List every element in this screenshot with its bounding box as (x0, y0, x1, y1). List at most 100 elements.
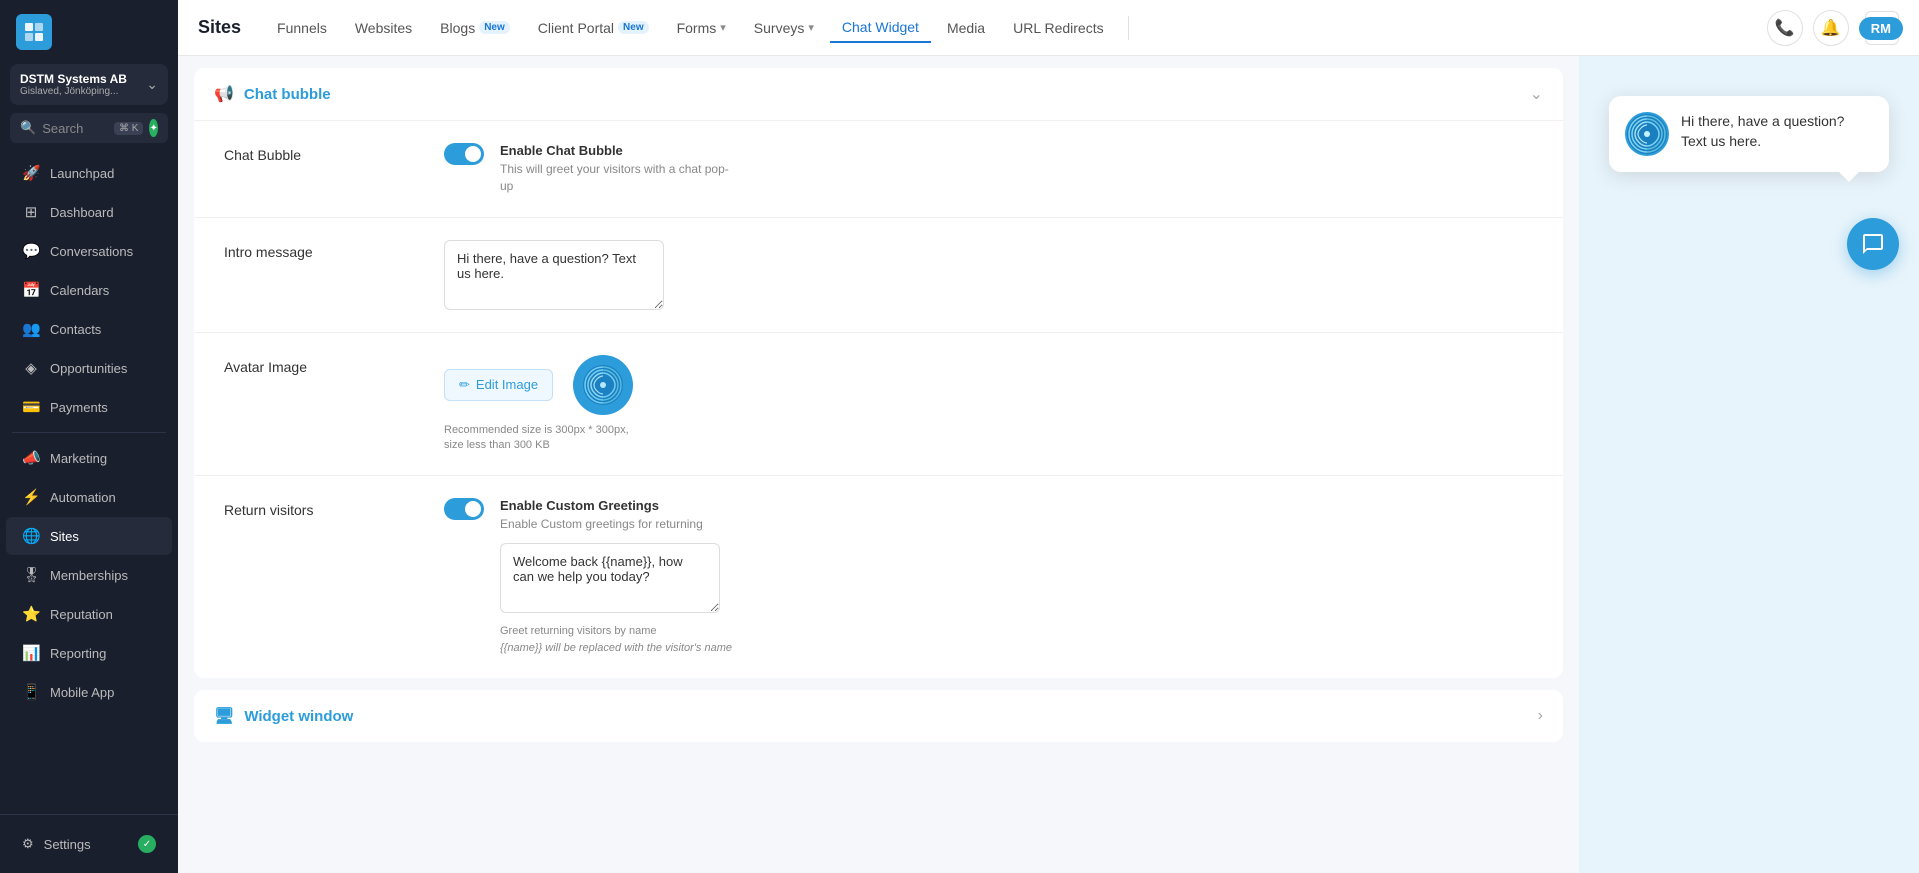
search-icon: 🔍 (20, 120, 36, 136)
return-visitors-toggle[interactable] (444, 498, 484, 520)
nav-item-surveys[interactable]: Surveys ▾ (742, 14, 826, 42)
mobile-app-icon: 📱 (22, 683, 40, 701)
sidebar-item-settings[interactable]: ⚙ Settings ✓ (6, 825, 172, 863)
account-chevron-icon: ⌄ (146, 76, 158, 93)
chat-widget-button[interactable] (1847, 218, 1899, 270)
account-name: DSTM Systems AB (20, 72, 127, 86)
megaphone-icon: 📢 (214, 84, 234, 104)
sidebar-item-contacts[interactable]: 👥 Contacts (6, 310, 172, 348)
edit-image-button[interactable]: ✏ Edit Image (444, 369, 553, 401)
page-title: Sites (198, 17, 241, 38)
chat-bubble-header[interactable]: 📢 Chat bubble ⌄ (194, 68, 1563, 121)
chat-bubble-label: Chat Bubble (224, 143, 424, 163)
nav-item-websites[interactable]: Websites (343, 14, 424, 42)
settings-icon: ⚙ (22, 836, 34, 852)
sidebar-item-conversations[interactable]: 💬 Conversations (6, 232, 172, 270)
section-content: Chat Bubble Enable Chat Bubble This will… (194, 121, 1563, 678)
search-bar[interactable]: 🔍 ⌘ K ✦ (10, 113, 168, 143)
monitor-icon: 🖥 (214, 706, 234, 726)
nav-item-forms[interactable]: Forms ▾ (665, 14, 738, 42)
return-visitors-content: Enable Custom Greetings Enable Custom gr… (500, 498, 1533, 656)
toggle-info: Enable Chat Bubble This will greet your … (500, 143, 740, 195)
search-extra-icon[interactable]: ✦ (149, 119, 158, 137)
greetings-hint-line1: Greet returning visitors by name (500, 625, 657, 637)
sidebar-item-reputation[interactable]: ⭐ Reputation (6, 595, 172, 633)
avatar-hint: Recommended size is 300px * 300px, size … (444, 423, 644, 454)
nav-item-url-redirects[interactable]: URL Redirects (1001, 14, 1116, 42)
avatar-row-inner: ✏ Edit Image (444, 355, 644, 415)
settings-badge: ✓ (138, 835, 156, 853)
opportunities-icon: ◈ (22, 359, 40, 377)
greetings-hint-line2: {{name}} will be replaced with the visit… (500, 642, 732, 654)
nav-item-client-portal[interactable]: Client Portal New (526, 14, 661, 42)
dashboard-icon: ⊞ (22, 203, 40, 221)
main-content: Sites Funnels Websites Blogs New Client … (178, 0, 1919, 873)
widget-chevron-icon: › (1538, 707, 1543, 725)
search-input[interactable] (42, 121, 108, 136)
sidebar: DSTM Systems AB Gislaved, Jönköping... ⌄… (0, 0, 178, 873)
app-logo-icon (16, 14, 52, 50)
forms-dropdown-icon: ▾ (720, 21, 726, 34)
payments-icon: 💳 (22, 398, 40, 416)
section-collapse-icon: ⌄ (1530, 84, 1543, 104)
return-message-textarea[interactable]: Welcome back {{name}}, how can we help y… (500, 543, 720, 613)
avatar-image-control: ✏ Edit Image (444, 355, 1533, 454)
chat-bubble-toggle[interactable] (444, 143, 484, 165)
calendars-icon: 📅 (22, 281, 40, 299)
nav-divider (12, 432, 166, 433)
sidebar-item-memberships[interactable]: 🎖 Memberships (6, 556, 172, 594)
account-sub: Gislaved, Jönköping... (20, 86, 127, 97)
sidebar-logo (0, 0, 178, 64)
sidebar-item-dashboard[interactable]: ⊞ Dashboard (6, 193, 172, 231)
sidebar-item-launchpad[interactable]: 🚀 Launchpad (6, 154, 172, 192)
nav-item-chat-widget[interactable]: Chat Widget (830, 13, 931, 43)
sidebar-bottom: ⚙ Settings ✓ (0, 814, 178, 873)
sidebar-item-label: Dashboard (50, 205, 114, 220)
avatar-image-row: Avatar Image ✏ Edit Image (194, 333, 1563, 477)
preview-message: Hi there, have a question? Text us here. (1681, 112, 1873, 151)
sidebar-item-label: Memberships (50, 568, 128, 583)
return-visitors-label: Return visitors (224, 498, 424, 518)
sidebar-item-marketing[interactable]: 📣 Marketing (6, 439, 172, 477)
automation-icon: ⚡ (22, 488, 40, 506)
preview-area: Hi there, have a question? Text us here. (1579, 56, 1919, 873)
custom-greetings-desc: Enable Custom greetings for returning (500, 516, 740, 533)
nav-item-media[interactable]: Media (935, 14, 997, 42)
sidebar-item-sites[interactable]: 🌐 Sites (6, 517, 172, 555)
sidebar-item-reporting[interactable]: 📊 Reporting (6, 634, 172, 672)
sidebar-item-label: Opportunities (50, 361, 127, 376)
sidebar-item-label: Mobile App (50, 685, 114, 700)
sidebar-item-label: Marketing (50, 451, 107, 466)
sidebar-item-payments[interactable]: 💳 Payments (6, 388, 172, 426)
sidebar-item-label: Sites (50, 529, 79, 544)
preview-avatar (1625, 112, 1669, 156)
widget-header-left: 🖥 Widget window (214, 706, 353, 726)
widget-window-header[interactable]: 🖥 Widget window › (194, 690, 1563, 742)
intro-message-textarea[interactable]: Hi there, have a question? Text us here. (444, 240, 664, 310)
return-visitors-control: Enable Custom Greetings Enable Custom gr… (444, 498, 1533, 656)
sidebar-item-label: Conversations (50, 244, 133, 259)
sidebar-item-opportunities[interactable]: ◈ Opportunities (6, 349, 172, 387)
sites-icon: 🌐 (22, 527, 40, 545)
phone-icon-button[interactable]: 📞 (1767, 10, 1803, 46)
nav-item-blogs[interactable]: Blogs New (428, 14, 522, 42)
nav-item-funnels[interactable]: Funnels (265, 14, 339, 42)
widget-window-title: Widget window (244, 708, 353, 725)
user-avatar[interactable]: RM (1859, 17, 1903, 40)
toggle-slider (444, 143, 484, 165)
sidebar-item-label: Calendars (50, 283, 109, 298)
search-shortcut: ⌘ K (114, 122, 143, 135)
memberships-icon: 🎖 (22, 566, 40, 584)
sidebar-item-calendars[interactable]: 📅 Calendars (6, 271, 172, 309)
notification-icon-button[interactable]: 🔔 (1813, 10, 1849, 46)
blogs-new-badge: New (479, 21, 510, 34)
page-body: 📢 Chat bubble ⌄ Chat Bubble (178, 56, 1919, 873)
chat-bubble-row: Chat Bubble Enable Chat Bubble This will… (194, 121, 1563, 218)
sidebar-item-label: Contacts (50, 322, 101, 337)
enable-desc: This will greet your visitors with a cha… (500, 161, 740, 195)
sidebar-item-mobile-app[interactable]: 📱 Mobile App (6, 673, 172, 711)
intro-message-control: Hi there, have a question? Text us here. (444, 240, 1533, 310)
sidebar-item-automation[interactable]: ⚡ Automation (6, 478, 172, 516)
avatar-image-label: Avatar Image (224, 355, 424, 375)
account-switcher[interactable]: DSTM Systems AB Gislaved, Jönköping... ⌄ (10, 64, 168, 105)
